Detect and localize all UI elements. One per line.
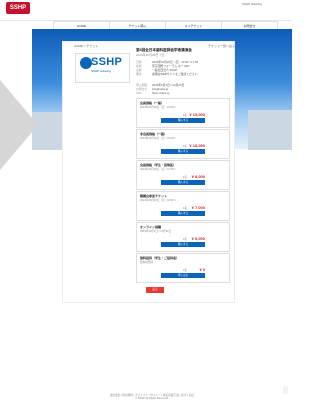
ticket-subtitle: 要事前登録 (140, 261, 153, 264)
ticket-price-label: 1名 (182, 176, 187, 179)
header-right-text: SSHP ticketing (242, 2, 262, 6)
ticket-price: ¥ 7,000 (191, 205, 205, 210)
ticket-price: ¥ 5,000 (191, 236, 205, 241)
buy-ticket-button[interactable]: 申し込む (161, 273, 205, 278)
info-row: 備考 詳細はWEBサイトをご確認ください (136, 72, 228, 76)
buy-ticket-button[interactable]: 購入する (161, 211, 205, 216)
ticket-subtitle: 2023年10月29日（日）10:00〜 (140, 168, 177, 171)
footer: 運営会社 | 利用規約 | プライバシーポリシー | 特定商取引法に基づく表記 … (100, 394, 204, 400)
buy-ticket-button[interactable]: 購入する (161, 149, 205, 154)
copyright-text: © SSHP All Rights Reserved. (135, 397, 169, 400)
event-subtitle: 2023年10月29日（日） (136, 53, 168, 57)
buy-ticket-button[interactable]: 購入する (161, 118, 205, 123)
city-right (248, 110, 292, 150)
brand-logo-text: SSHP (91, 56, 123, 68)
site-logo-text: SSHP (9, 5, 27, 11)
site-logo[interactable]: SSHP (6, 2, 30, 14)
brand-subtext: SSHP ticketing (91, 69, 111, 73)
ticket-card: 懇親会参加チケット 2023年10月29日（日）18:00〜 1名 ¥ 7,00… (136, 191, 230, 221)
info-key: 備考 (136, 72, 142, 76)
ticket-card: オンライン視聴 2023年11月1日〜11月30日 1名 ¥ 5,000 購入す… (136, 222, 230, 252)
buy-ticket-button[interactable]: 購入する (161, 242, 205, 247)
info2-row: URL https://sshp.jp (136, 91, 228, 95)
info2-value[interactable]: https://sshp.jp (152, 91, 228, 95)
ticket-price: ¥ 18,000 (189, 143, 205, 148)
ticket-price-label: 1名 (182, 145, 187, 148)
ticket-subtitle: 2023年10月29日（日）10:00〜 (140, 137, 177, 140)
ticket-price: ¥ 8,000 (191, 174, 205, 179)
ticket-card: 会員価格（学生・研修医） 2023年10月29日（日）10:00〜 1名 ¥ 8… (136, 160, 230, 190)
ticket-subtitle: 2023年10月29日（日）18:00〜 (140, 199, 177, 202)
info-value: 詳細はWEBサイトをご確認ください (152, 72, 198, 76)
ticket-card: 非会員価格（一般） 2023年10月29日（日）10:00〜 1名 ¥ 18,0… (136, 129, 230, 159)
ticket-price: ¥ 0 (199, 267, 205, 272)
buy-ticket-button[interactable]: 購入する (161, 180, 205, 185)
ticket-price-label: 1名 (182, 114, 187, 117)
ticket-price-label: 1名 (182, 207, 187, 210)
ticket-price-label: 1名 (182, 238, 187, 241)
info2-key: URL (136, 91, 142, 95)
ticket-card: 無料招待（学生・ご招待者） 要事前登録 1名 ¥ 0 申し込む (136, 253, 230, 283)
scroll-top-button[interactable] (283, 386, 288, 394)
ticket-card: 会員価格（一般） 2023年10月29日（日）10:00〜 1名 ¥ 15,00… (136, 98, 230, 128)
event-info-secondary: 申込期間 2023年9月1日〜10月25日 お問合せ info@sshp.jp UR… (136, 83, 228, 95)
ticket-subtitle: 2023年10月29日（日）10:00〜 (140, 106, 177, 109)
event-info: 日時 2023年10月29日（日）10:00〜17:00 会場 東京国際フォーラム … (136, 60, 228, 76)
ticket-price-label: 1名 (182, 269, 187, 272)
breadcrumb[interactable]: HOME > チケット (74, 44, 98, 48)
event-brand: SSHP SSHP ticketing (75, 53, 130, 83)
ticket-price: ¥ 15,000 (189, 112, 205, 117)
ticket-subtitle: 2023年11月1日〜11月30日 (140, 230, 172, 233)
back-button[interactable]: 戻る (146, 287, 164, 293)
